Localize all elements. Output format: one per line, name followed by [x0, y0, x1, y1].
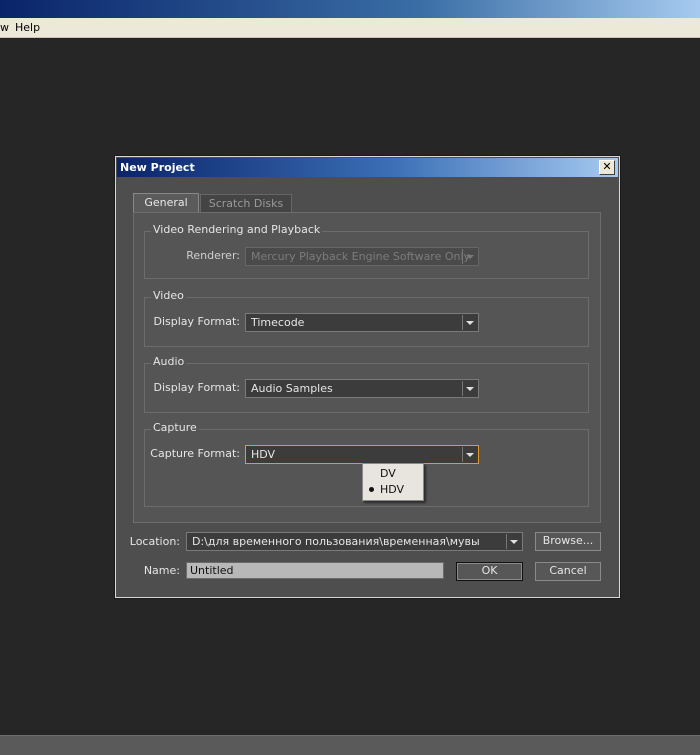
chevron-down-icon [462, 315, 477, 330]
renderer-select: Mercury Playback Engine Software Only [245, 247, 479, 266]
cancel-button[interactable]: Cancel [535, 562, 601, 581]
tab-general[interactable]: General [133, 193, 199, 214]
app-title-bar [0, 0, 700, 18]
audio-display-format-value: Audio Samples [251, 382, 333, 395]
close-icon: ✕ [602, 160, 612, 173]
audio-display-format-select[interactable]: Audio Samples [245, 379, 479, 398]
video-display-format-label: Display Format: [153, 315, 240, 328]
video-display-format-value: Timecode [251, 316, 305, 329]
location-value: D:\для временного пользования\временная\… [192, 535, 480, 548]
chevron-down-icon [462, 447, 477, 462]
name-label: Name: [143, 564, 180, 577]
capture-format-value: HDV [251, 448, 276, 461]
dropdown-option-dv[interactable]: DV [380, 467, 396, 480]
audio-display-format-label: Display Format: [153, 381, 240, 394]
menu-item-window[interactable]: w [0, 21, 9, 34]
renderer-value: Mercury Playback Engine Software Only [251, 250, 471, 263]
group-video-rendering: Video Rendering and Playback Renderer: M… [144, 223, 589, 279]
dialog-title-bar[interactable]: New Project ✕ [117, 158, 618, 177]
group-label-video: Video [151, 289, 186, 302]
close-button[interactable]: ✕ [599, 160, 615, 175]
group-audio: Audio Display Format: Audio Samples [144, 355, 589, 413]
name-field[interactable]: Untitled [186, 562, 444, 579]
chevron-down-icon [462, 249, 477, 264]
group-label-video-rendering: Video Rendering and Playback [151, 223, 323, 236]
browse-button[interactable]: Browse... [535, 532, 601, 551]
group-label-capture: Capture [151, 421, 199, 434]
capture-format-dropdown: DV HDV [362, 463, 424, 501]
new-project-dialog: New Project ✕ General Scratch Disks Vide… [115, 156, 620, 598]
group-video: Video Display Format: Timecode [144, 289, 589, 347]
renderer-label: Renderer: [186, 249, 240, 262]
menu-bar: w Help [0, 18, 700, 38]
status-bar [0, 735, 700, 755]
capture-format-label: Capture Format: [150, 447, 240, 460]
video-display-format-select[interactable]: Timecode [245, 313, 479, 332]
chevron-down-icon [462, 381, 477, 396]
dialog-title: New Project [120, 161, 195, 174]
capture-format-select[interactable]: HDV [245, 445, 479, 464]
ok-button[interactable]: OK [456, 562, 523, 581]
chevron-down-icon [506, 534, 521, 549]
dropdown-option-hdv[interactable]: HDV [380, 483, 404, 496]
general-tab-panel: Video Rendering and Playback Renderer: M… [133, 212, 601, 523]
selected-bullet-icon [369, 487, 374, 492]
group-label-audio: Audio [151, 355, 187, 368]
location-label: Location: [129, 535, 180, 548]
location-select[interactable]: D:\для временного пользования\временная\… [186, 532, 523, 551]
tab-scratch-disks[interactable]: Scratch Disks [200, 194, 292, 213]
menu-item-help[interactable]: Help [15, 21, 40, 34]
